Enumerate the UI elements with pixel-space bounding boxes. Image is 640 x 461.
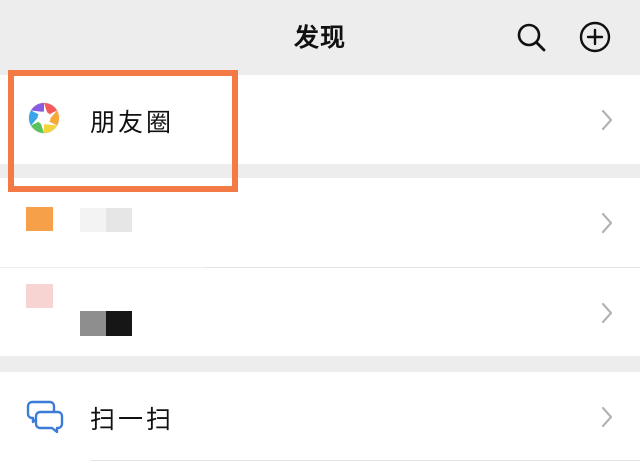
list-item-scan[interactable]: 扫一扫 xyxy=(0,372,640,461)
chevron-right-icon xyxy=(601,406,613,428)
obscured-label-block xyxy=(106,208,132,232)
obscured-label-block xyxy=(80,311,106,336)
chevron-right-icon xyxy=(601,212,613,234)
chevron-right-icon xyxy=(601,302,613,324)
search-icon[interactable] xyxy=(514,20,548,54)
scan-label: 扫一扫 xyxy=(90,405,175,434)
scan-icon xyxy=(26,400,64,434)
list-item-obscured-2[interactable] xyxy=(0,268,640,356)
pink-square-icon xyxy=(26,284,53,308)
highlight-box xyxy=(8,70,238,192)
plus-circle-icon[interactable] xyxy=(578,20,612,54)
obscured-label-block xyxy=(80,208,106,232)
chevron-right-icon xyxy=(601,109,613,131)
obscured-label-block xyxy=(106,311,132,336)
orange-square-icon xyxy=(26,207,53,231)
top-bar: 发现 xyxy=(0,0,640,75)
